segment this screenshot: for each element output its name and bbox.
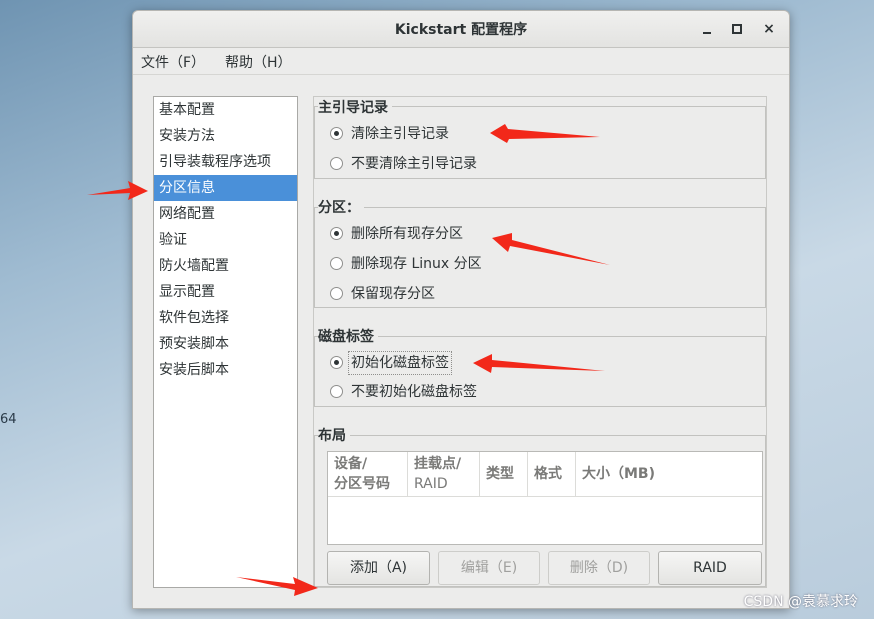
delete-button[interactable]: 删除（D) bbox=[548, 551, 650, 585]
column-header-text: 分区号码 bbox=[334, 476, 390, 492]
column-header-type[interactable]: 类型 bbox=[480, 452, 528, 496]
radio-circle bbox=[330, 385, 343, 398]
maximize-button[interactable] bbox=[727, 19, 747, 39]
sidebar-item-network[interactable]: 网络配置 bbox=[154, 201, 297, 227]
sidebar-item-post-script[interactable]: 安装后脚本 bbox=[154, 357, 297, 383]
radio-circle bbox=[330, 356, 343, 369]
minimize-button[interactable] bbox=[697, 19, 717, 39]
radio-circle bbox=[330, 227, 343, 240]
sidebar-item-partition-info[interactable]: 分区信息 bbox=[154, 175, 297, 201]
radio-label: 删除现存 Linux 分区 bbox=[351, 256, 482, 272]
edit-button[interactable]: 编辑（E) bbox=[438, 551, 540, 585]
radio-circle bbox=[330, 157, 343, 170]
column-header-mountpoint[interactable]: 挂载点/ RAID bbox=[408, 452, 480, 496]
column-header-text: RAID bbox=[414, 476, 448, 492]
radio-label: 初始化磁盘标签 bbox=[348, 351, 452, 375]
desktop-text-fragment: 64 bbox=[0, 412, 17, 427]
menu-help[interactable]: 帮助（H） bbox=[225, 52, 292, 72]
partition-panel: 主引导记录 清除主引导记录 不要清除主引导记录 分区： 删除所有现存分区 删除现… bbox=[313, 96, 767, 588]
radio-label: 保留现存分区 bbox=[351, 286, 435, 302]
sidebar-item-display[interactable]: 显示配置 bbox=[154, 279, 297, 305]
minimize-icon bbox=[703, 32, 711, 34]
table-header-divider bbox=[328, 496, 762, 497]
column-header-text: 挂载点/ bbox=[414, 456, 462, 472]
maximize-icon bbox=[732, 24, 742, 34]
sidebar-item-pre-script[interactable]: 预安装脚本 bbox=[154, 331, 297, 357]
raid-button[interactable]: RAID bbox=[658, 551, 762, 585]
radio-delete-all-partitions[interactable]: 删除所有现存分区 bbox=[330, 223, 530, 245]
mbr-title: 主引导记录 bbox=[318, 97, 392, 117]
watermark-text: CSDN @袁慕求玲 bbox=[743, 594, 858, 610]
radio-label: 不要初始化磁盘标签 bbox=[351, 384, 477, 400]
column-header-format[interactable]: 格式 bbox=[528, 452, 576, 496]
menu-file[interactable]: 文件（F） bbox=[141, 52, 205, 72]
column-header-text: 设备/ bbox=[334, 456, 368, 472]
title-bar[interactable]: Kickstart 配置程序 × bbox=[133, 11, 789, 48]
close-icon: × bbox=[763, 21, 775, 37]
sidebar-item-auth[interactable]: 验证 bbox=[154, 227, 297, 253]
sidebar-item-basic-config[interactable]: 基本配置 bbox=[154, 97, 297, 123]
column-header-device[interactable]: 设备/ 分区号码 bbox=[328, 452, 408, 496]
radio-label: 不要清除主引导记录 bbox=[351, 156, 477, 172]
radio-init-disklabel[interactable]: 初始化磁盘标签 bbox=[330, 351, 530, 375]
radio-circle bbox=[330, 257, 343, 270]
sidebar-item-install-method[interactable]: 安装方法 bbox=[154, 123, 297, 149]
radio-delete-linux-partitions[interactable]: 删除现存 Linux 分区 bbox=[330, 253, 530, 275]
close-button[interactable]: × bbox=[759, 19, 779, 39]
partition-title: 分区： bbox=[318, 197, 364, 217]
radio-no-init-disklabel[interactable]: 不要初始化磁盘标签 bbox=[330, 381, 530, 403]
disklabel-title: 磁盘标签 bbox=[318, 326, 378, 346]
menu-bar: 文件（F） 帮助（H） bbox=[133, 48, 789, 75]
radio-label: 删除所有现存分区 bbox=[351, 226, 463, 242]
radio-circle bbox=[330, 127, 343, 140]
add-button[interactable]: 添加（A) bbox=[327, 551, 430, 585]
window-title: Kickstart 配置程序 bbox=[394, 22, 528, 38]
radio-keep-partitions[interactable]: 保留现存分区 bbox=[330, 283, 530, 305]
partition-table[interactable]: 设备/ 分区号码 挂载点/ RAID 类型 格式 大小（MB) bbox=[327, 451, 763, 545]
layout-title: 布局 bbox=[318, 425, 350, 445]
radio-label: 清除主引导记录 bbox=[351, 126, 449, 142]
column-header-size[interactable]: 大小（MB) bbox=[576, 452, 761, 496]
sidebar-item-bootloader[interactable]: 引导装载程序选项 bbox=[154, 149, 297, 175]
kickstart-window: Kickstart 配置程序 × 文件（F） 帮助（H） 基本配置 安装方法 引… bbox=[132, 10, 790, 609]
radio-clear-mbr[interactable]: 清除主引导记录 bbox=[330, 123, 530, 145]
sidebar-item-firewall[interactable]: 防火墙配置 bbox=[154, 253, 297, 279]
sidebar-list: 基本配置 安装方法 引导装载程序选项 分区信息 网络配置 验证 防火墙配置 显示… bbox=[153, 96, 298, 588]
radio-circle bbox=[330, 287, 343, 300]
radio-keep-mbr[interactable]: 不要清除主引导记录 bbox=[330, 153, 530, 175]
sidebar-item-packages[interactable]: 软件包选择 bbox=[154, 305, 297, 331]
